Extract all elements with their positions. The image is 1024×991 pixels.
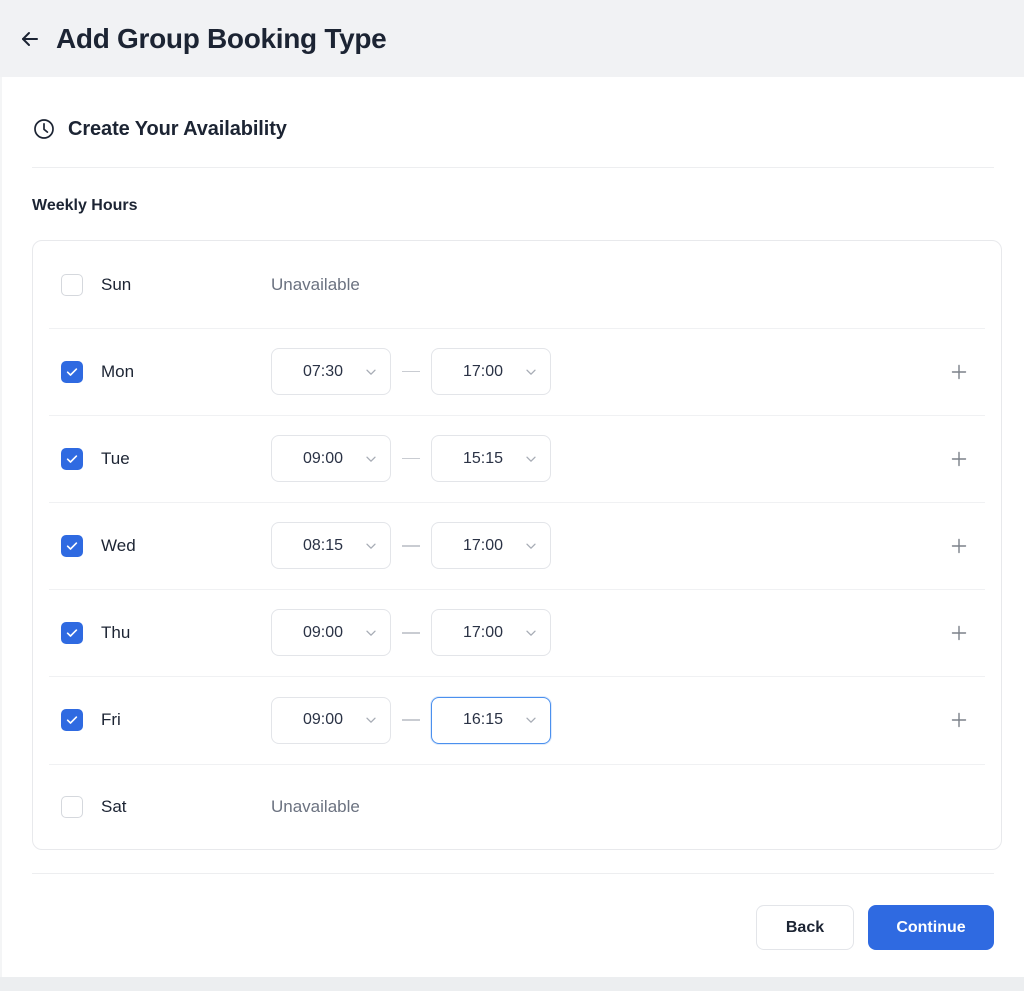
day-row: Tue 09:00 15:15	[33, 415, 1001, 502]
end-time-select-tue[interactable]: 15:15	[431, 435, 551, 482]
day-checkbox-fri[interactable]	[61, 709, 83, 731]
chevron-down-icon	[524, 452, 538, 466]
check-icon	[65, 539, 79, 553]
start-time-select-tue[interactable]: 09:00	[271, 435, 391, 482]
unavailable-text: Unavailable	[271, 797, 360, 817]
day-label: Fri	[101, 710, 271, 730]
weekly-hours-card: Sun Unavailable Mon 07:30	[32, 240, 1002, 850]
end-time-select-mon[interactable]: 17:00	[431, 348, 551, 395]
day-label: Wed	[101, 536, 271, 556]
day-row: Sun Unavailable	[33, 241, 1001, 328]
day-row: Fri 09:00 16:15	[33, 676, 1001, 763]
footer-actions: Back Continue	[756, 905, 994, 950]
add-time-range-button-mon[interactable]	[947, 360, 971, 384]
plus-icon	[949, 623, 969, 643]
start-time-value: 08:15	[272, 537, 364, 555]
end-time-value: 16:15	[432, 711, 524, 729]
plus-icon	[949, 710, 969, 730]
day-row: Wed 08:15 17:00	[33, 502, 1001, 589]
end-time-value: 17:00	[432, 537, 524, 555]
check-icon	[65, 626, 79, 640]
add-time-range-button-fri[interactable]	[947, 708, 971, 732]
end-time-value: 17:00	[432, 363, 524, 381]
day-label: Thu	[101, 623, 271, 643]
time-range: 08:15 17:00	[271, 522, 551, 569]
header-divider	[32, 167, 994, 168]
end-time-select-thu[interactable]: 17:00	[431, 609, 551, 656]
range-dash	[402, 719, 420, 721]
day-checkbox-tue[interactable]	[61, 448, 83, 470]
end-time-select-wed[interactable]: 17:00	[431, 522, 551, 569]
end-time-select-fri[interactable]: 16:15	[431, 697, 551, 744]
page-title: Add Group Booking Type	[56, 23, 386, 55]
day-row: Thu 09:00 17:00	[33, 589, 1001, 676]
day-checkbox-sat[interactable]	[61, 796, 83, 818]
check-icon	[65, 452, 79, 466]
plus-icon	[949, 536, 969, 556]
unavailable-text: Unavailable	[271, 275, 360, 295]
start-time-value: 09:00	[272, 624, 364, 642]
time-range: 09:00 16:15	[271, 697, 551, 744]
start-time-select-wed[interactable]: 08:15	[271, 522, 391, 569]
start-time-select-mon[interactable]: 07:30	[271, 348, 391, 395]
chevron-down-icon	[524, 365, 538, 379]
chevron-down-icon	[524, 713, 538, 727]
weekly-hours-label: Weekly Hours	[32, 197, 138, 215]
day-checkbox-mon[interactable]	[61, 361, 83, 383]
section-header: Create Your Availability	[32, 117, 287, 141]
day-label: Tue	[101, 449, 271, 469]
bottom-edge-strip	[0, 977, 1024, 991]
chevron-down-icon	[364, 452, 378, 466]
add-time-range-button-thu[interactable]	[947, 621, 971, 645]
check-icon	[65, 365, 79, 379]
day-checkbox-thu[interactable]	[61, 622, 83, 644]
day-label: Sun	[101, 275, 271, 295]
footer-divider	[32, 873, 994, 874]
start-time-value: 09:00	[272, 450, 364, 468]
page-body: Create Your Availability Weekly Hours Su…	[2, 77, 1024, 977]
arrow-left-icon	[17, 26, 43, 52]
day-label: Sat	[101, 797, 271, 817]
range-dash	[402, 632, 420, 634]
continue-button[interactable]: Continue	[868, 905, 994, 950]
start-time-select-fri[interactable]: 09:00	[271, 697, 391, 744]
section-title: Create Your Availability	[68, 118, 287, 141]
add-time-range-button-tue[interactable]	[947, 447, 971, 471]
day-checkbox-sun[interactable]	[61, 274, 83, 296]
check-icon	[65, 713, 79, 727]
time-range: 07:30 17:00	[271, 348, 551, 395]
start-time-value: 09:00	[272, 711, 364, 729]
range-dash	[402, 371, 420, 373]
end-time-value: 17:00	[432, 624, 524, 642]
chevron-down-icon	[364, 713, 378, 727]
chevron-down-icon	[364, 539, 378, 553]
add-time-range-button-wed[interactable]	[947, 534, 971, 558]
time-range: 09:00 17:00	[271, 609, 551, 656]
end-time-value: 15:15	[432, 450, 524, 468]
start-time-value: 07:30	[272, 363, 364, 381]
chevron-down-icon	[364, 365, 378, 379]
day-row: Mon 07:30 17:00	[33, 328, 1001, 415]
time-range: 09:00 15:15	[271, 435, 551, 482]
start-time-select-thu[interactable]: 09:00	[271, 609, 391, 656]
chevron-down-icon	[524, 626, 538, 640]
back-button[interactable]	[10, 19, 50, 59]
day-label: Mon	[101, 362, 271, 382]
day-checkbox-wed[interactable]	[61, 535, 83, 557]
day-row: Sat Unavailable	[33, 764, 1001, 851]
chevron-down-icon	[524, 539, 538, 553]
clock-icon	[32, 117, 56, 141]
back-button-footer[interactable]: Back	[756, 905, 854, 950]
app-root: Add Group Booking Type Create Your Avail…	[0, 0, 1024, 991]
plus-icon	[949, 362, 969, 382]
page-header: Add Group Booking Type	[0, 0, 1024, 77]
plus-icon	[949, 449, 969, 469]
range-dash	[402, 458, 420, 460]
chevron-down-icon	[364, 626, 378, 640]
range-dash	[402, 545, 420, 547]
